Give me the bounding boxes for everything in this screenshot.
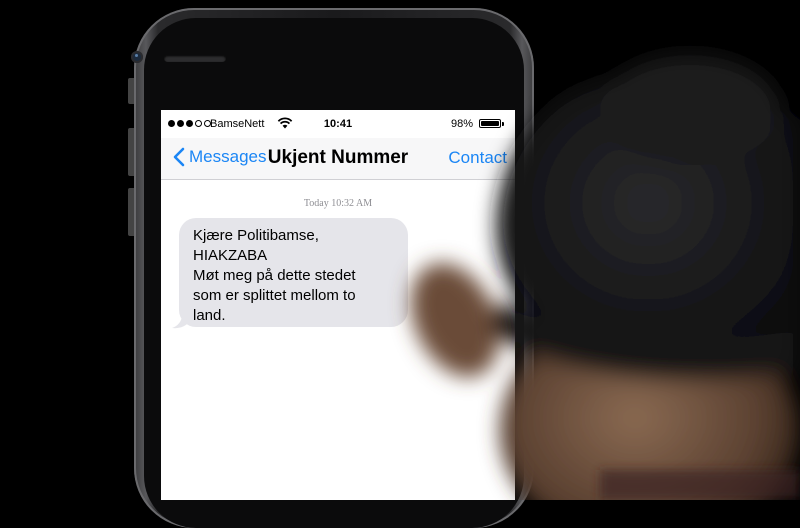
message-line: land. bbox=[193, 307, 226, 324]
message-line: som er splittet mellom to bbox=[193, 287, 356, 304]
volume-down-button bbox=[128, 188, 134, 236]
message-line: Møt meg på dette stedet bbox=[193, 267, 356, 284]
battery-tip bbox=[502, 122, 504, 126]
message-timestamp: Today 10:32 AM bbox=[303, 198, 373, 209]
mute-switch bbox=[128, 78, 134, 104]
bubble-tail bbox=[172, 315, 190, 329]
navigation-bar: Messages Ukjent Nummer Contact bbox=[161, 138, 515, 180]
battery-level-fill bbox=[481, 121, 499, 126]
incoming-message-bubble: Kjære Politibamse, HIAKZABA Møt meg på d… bbox=[179, 218, 408, 327]
battery-percent: 98% bbox=[451, 118, 474, 130]
message-line: Kjære Politibamse, bbox=[193, 227, 319, 244]
contact-button[interactable]: Contact bbox=[448, 148, 507, 168]
earpiece-speaker bbox=[164, 55, 226, 62]
front-camera bbox=[131, 51, 143, 63]
message-line: HIAKZABA bbox=[193, 247, 268, 264]
status-bar: BamseNett 10:41 98% bbox=[161, 110, 515, 138]
battery-icon bbox=[479, 119, 501, 128]
volume-up-button bbox=[128, 128, 134, 176]
phone-screen: BamseNett 10:41 98% Messages Ukjent Numm… bbox=[161, 110, 515, 500]
